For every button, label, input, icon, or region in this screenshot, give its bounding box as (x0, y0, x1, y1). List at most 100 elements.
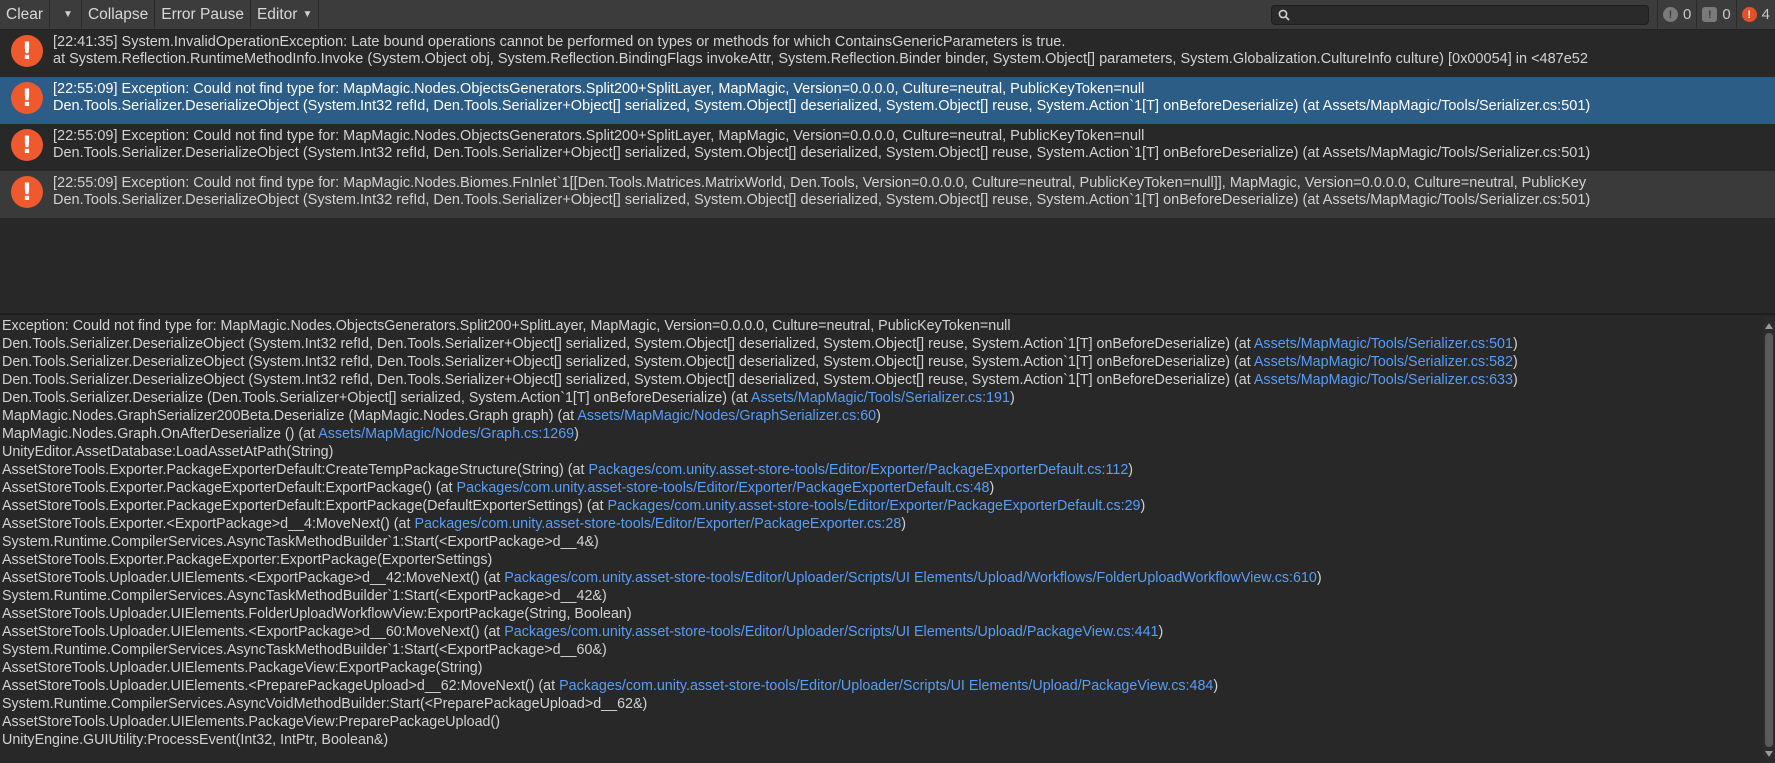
error-pause-toggle-label: Error Pause (161, 5, 244, 23)
log-entry-stack-first-line: Den.Tools.Serializer.DeserializeObject (… (53, 98, 1591, 114)
log-entry-message: [22:41:35] System.InvalidOperationExcept… (53, 34, 1066, 50)
source-file-link[interactable]: Packages/com.unity.asset-store-tools/Edi… (608, 498, 1141, 514)
stack-trace-text: AssetStoreTools.Uploader.UIElements.<Exp… (2, 624, 505, 640)
stack-trace-text: AssetStoreTools.Uploader.UIElements.Fold… (2, 606, 632, 622)
stack-trace-text: ) (1316, 570, 1322, 586)
collapse-toggle-label: Collapse (87, 5, 149, 23)
warning-icon: ! (1702, 7, 1718, 22)
stack-trace-text: System.Runtime.CompilerServices.AsyncVoi… (2, 696, 648, 712)
stack-trace-text: System.Runtime.CompilerServices.AsyncTas… (2, 534, 599, 550)
error-count-toggle[interactable]: ! 4 (1735, 0, 1775, 30)
stack-trace-text: Den.Tools.Serializer.DeserializeObject (… (2, 372, 1254, 388)
stack-trace-text: ) (989, 480, 995, 496)
stack-trace-text: AssetStoreTools.Uploader.UIElements.<Exp… (2, 570, 505, 586)
panel-splitter[interactable] (0, 313, 1775, 315)
stack-trace-line: Den.Tools.Serializer.Deserialize (Den.To… (2, 389, 1763, 407)
stack-trace-text: Exception: Could not find type for: MapM… (2, 318, 1011, 334)
error-icon (11, 176, 43, 208)
source-file-link[interactable]: Assets/MapMagic/Nodes/Graph.cs:1269 (318, 426, 574, 442)
log-entry-list[interactable]: [22:41:35] System.InvalidOperationExcept… (0, 30, 1775, 314)
source-file-link[interactable]: Assets/MapMagic/Tools/Serializer.cs:582 (1254, 354, 1513, 370)
stack-trace-text: AssetStoreTools.Exporter.PackageExporter… (2, 480, 457, 496)
source-file-link[interactable]: Packages/com.unity.asset-store-tools/Edi… (457, 480, 990, 496)
source-file-link[interactable]: Packages/com.unity.asset-store-tools/Edi… (504, 624, 1158, 640)
stack-trace-text: UnityEngine.GUIUtility:ProcessEvent(Int3… (2, 732, 389, 748)
error-count: 4 (1761, 6, 1770, 23)
search-field[interactable] (1270, 4, 1649, 25)
source-file-link[interactable]: Assets/MapMagic/Tools/Serializer.cs:501 (1254, 336, 1513, 352)
stack-trace-line: UnityEditor.AssetDatabase:LoadAssetAtPat… (2, 443, 1763, 461)
stack-trace-text: System.Runtime.CompilerServices.AsyncTas… (2, 588, 607, 604)
clear-button[interactable]: Clear (0, 0, 51, 30)
stack-trace-text: AssetStoreTools.Uploader.UIElements.Pack… (2, 660, 483, 676)
stack-trace-line: AssetStoreTools.Uploader.UIElements.<Exp… (2, 623, 1763, 641)
stack-trace-line: AssetStoreTools.Uploader.UIElements.Pack… (2, 659, 1763, 677)
stack-trace-text: AssetStoreTools.Exporter.PackageExporter… (2, 552, 493, 568)
detail-scrollbar[interactable] (1763, 317, 1775, 763)
collapse-toggle[interactable]: Collapse (82, 0, 156, 30)
stack-trace-line: AssetStoreTools.Exporter.PackageExporter… (2, 497, 1763, 515)
stack-trace-text: ) (1512, 372, 1518, 388)
editor-dropdown[interactable]: Editor ▼ (251, 0, 320, 30)
stack-trace-line: AssetStoreTools.Uploader.UIElements.Fold… (2, 605, 1763, 623)
stack-trace-line: AssetStoreTools.Exporter.PackageExporter… (2, 551, 1763, 569)
scroll-down-arrow-icon[interactable] (1765, 751, 1773, 757)
stack-trace-text: Den.Tools.Serializer.DeserializeObject (… (2, 354, 1254, 370)
info-count-toggle[interactable]: ! 0 (1656, 0, 1696, 30)
stack-trace-text: ) (1512, 354, 1518, 370)
info-icon: ! (1662, 7, 1678, 22)
source-file-link[interactable]: Packages/com.unity.asset-store-tools/Edi… (559, 678, 1213, 694)
log-entry-stack-first-line: Den.Tools.Serializer.DeserializeObject (… (53, 145, 1591, 161)
stack-trace-line: MapMagic.Nodes.Graph.OnAfterDeserialize … (2, 425, 1763, 443)
stack-trace-line: AssetStoreTools.Uploader.UIElements.<Exp… (2, 569, 1763, 587)
stack-trace-text: ) (1140, 498, 1146, 514)
scroll-up-arrow-icon[interactable] (1765, 323, 1773, 329)
log-entry[interactable]: [22:41:35] System.InvalidOperationExcept… (0, 30, 1775, 77)
stack-trace-line: AssetStoreTools.Exporter.PackageExporter… (2, 479, 1763, 497)
warning-count: 0 (1722, 6, 1731, 23)
source-file-link[interactable]: Assets/MapMagic/Tools/Serializer.cs:191 (751, 390, 1010, 406)
editor-dropdown-label: Editor (256, 5, 298, 23)
stack-trace-line: Den.Tools.Serializer.DeserializeObject (… (2, 353, 1763, 371)
stack-trace-text: MapMagic.Nodes.Graph.OnAfterDeserialize … (2, 426, 319, 442)
stack-trace-text: AssetStoreTools.Uploader.UIElements.Pack… (2, 714, 501, 730)
source-file-link[interactable]: Packages/com.unity.asset-store-tools/Edi… (588, 462, 1128, 478)
stack-trace-text: UnityEditor.AssetDatabase:LoadAssetAtPat… (2, 444, 334, 460)
stack-trace-text: AssetStoreTools.Exporter.PackageExporter… (2, 462, 589, 478)
stack-trace-line: AssetStoreTools.Exporter.<ExportPackage>… (2, 515, 1763, 533)
source-file-link[interactable]: Assets/MapMagic/Tools/Serializer.cs:633 (1254, 372, 1513, 388)
clear-options-dropdown[interactable]: ▼ (50, 0, 82, 30)
source-file-link[interactable]: Packages/com.unity.asset-store-tools/Edi… (414, 516, 901, 532)
source-file-link[interactable]: Assets/MapMagic/Nodes/GraphSerializer.cs… (577, 408, 876, 424)
log-entry[interactable]: [22:55:09] Exception: Could not find typ… (0, 171, 1775, 218)
stack-trace-text: ) (1213, 678, 1219, 694)
stack-trace-detail[interactable]: Exception: Could not find type for: MapM… (0, 317, 1763, 763)
log-entry-stack-first-line: at System.Reflection.RuntimeMethodInfo.I… (53, 51, 1588, 67)
warning-count-toggle[interactable]: ! 0 (1696, 0, 1735, 30)
search-input[interactable] (1289, 4, 1648, 25)
stack-trace-text: AssetStoreTools.Exporter.PackageExporter… (2, 498, 608, 514)
stack-trace-line: Den.Tools.Serializer.DeserializeObject (… (2, 335, 1763, 353)
error-icon (11, 129, 43, 161)
stack-trace-text: Den.Tools.Serializer.Deserialize (Den.To… (2, 390, 751, 406)
log-entry[interactable]: [22:55:09] Exception: Could not find typ… (0, 124, 1775, 171)
source-file-link[interactable]: Packages/com.unity.asset-store-tools/Edi… (504, 570, 1317, 586)
info-count: 0 (1682, 6, 1692, 23)
stack-trace-text: ) (1128, 462, 1134, 478)
stack-trace-line: Den.Tools.Serializer.DeserializeObject (… (2, 371, 1763, 389)
stack-trace-line: UnityEngine.GUIUtility:ProcessEvent(Int3… (2, 731, 1763, 749)
log-entry-stack-first-line: Den.Tools.Serializer.DeserializeObject (… (53, 192, 1591, 208)
stack-trace-text: ) (1158, 624, 1164, 640)
console-toolbar: Clear ▼ Collapse Error Pause Editor ▼ ! 0… (0, 0, 1775, 30)
log-entry-message: [22:55:09] Exception: Could not find typ… (53, 128, 1145, 144)
stack-trace-line: System.Runtime.CompilerServices.AsyncVoi… (2, 695, 1763, 713)
stack-trace-text: AssetStoreTools.Uploader.UIElements.<Pre… (2, 678, 560, 694)
log-entry-selected[interactable]: [22:55:09] Exception: Could not find typ… (0, 77, 1775, 124)
chevron-down-icon: ▼ (302, 9, 313, 20)
search-icon (1278, 9, 1290, 21)
stack-trace-line: AssetStoreTools.Exporter.PackageExporter… (2, 461, 1763, 479)
error-pause-toggle[interactable]: Error Pause (155, 0, 251, 30)
stack-trace-text: ) (901, 516, 907, 532)
stack-trace-line: AssetStoreTools.Uploader.UIElements.Pack… (2, 713, 1763, 731)
scrollbar-thumb[interactable] (1765, 333, 1773, 747)
